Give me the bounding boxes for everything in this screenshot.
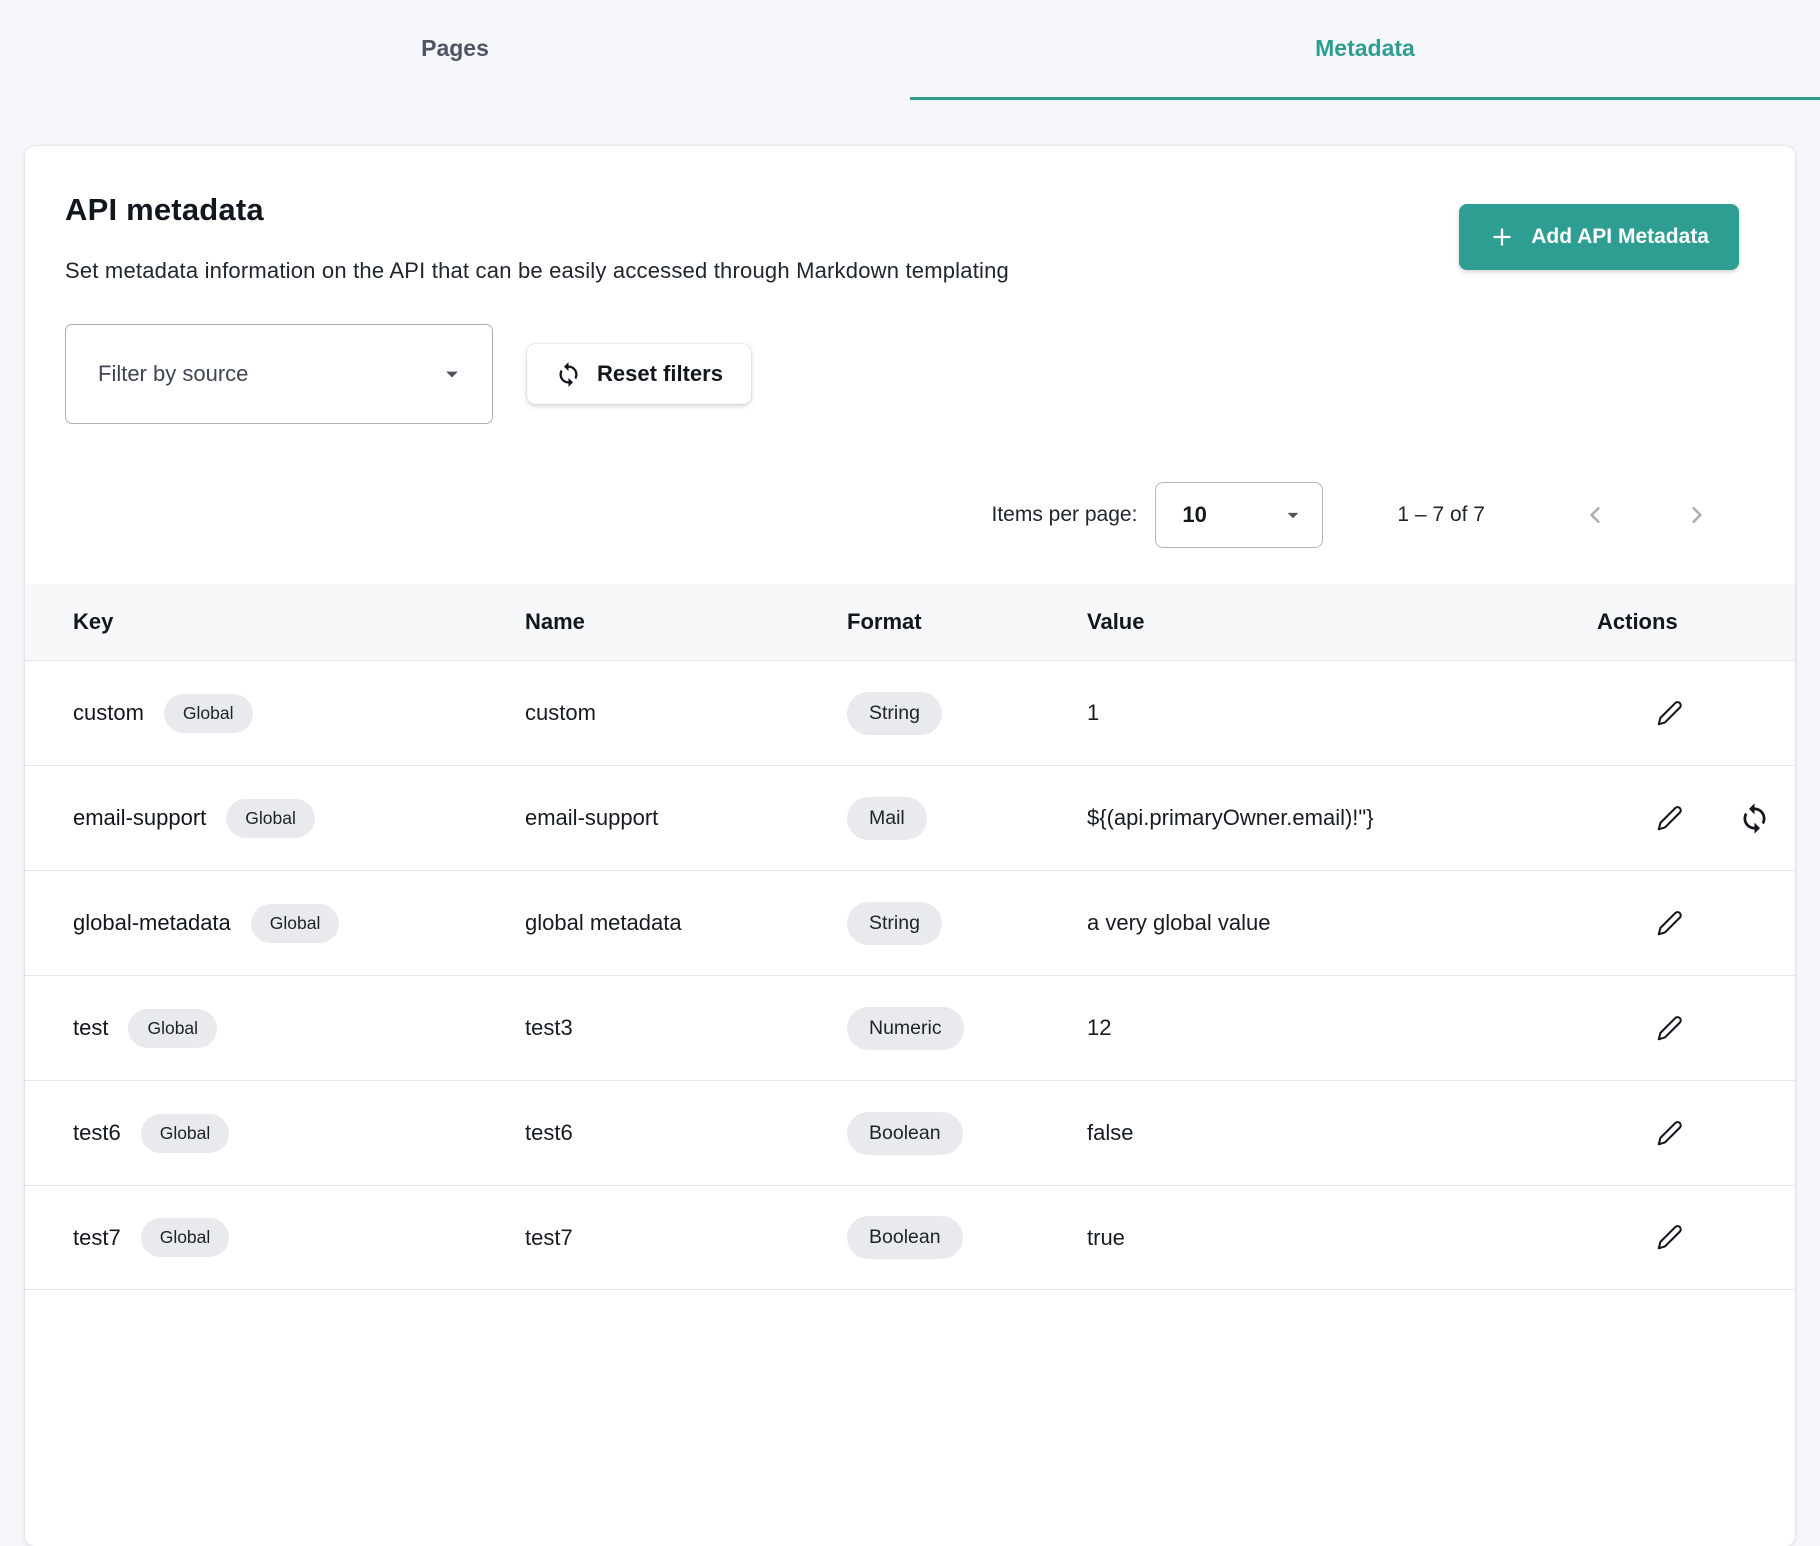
table-header-row: Key Name Format Value Actions: [25, 584, 1795, 660]
row-key: test6: [73, 1120, 121, 1146]
row-refresh-button[interactable]: [1738, 802, 1771, 835]
row-value: 12: [1087, 1015, 1597, 1041]
row-format-pill: Boolean: [847, 1216, 963, 1259]
row-name: test6: [525, 1120, 847, 1146]
row-key: global-metadata: [73, 910, 231, 936]
pencil-icon: [1653, 802, 1686, 835]
edit-button[interactable]: [1653, 802, 1686, 835]
refresh-icon: [555, 361, 582, 388]
page-subtitle: Set metadata information on the API that…: [65, 258, 1009, 284]
reset-filters-label: Reset filters: [597, 361, 723, 387]
items-per-page-select[interactable]: 10: [1155, 482, 1323, 548]
column-header-name: Name: [525, 609, 847, 635]
plus-icon: [1489, 224, 1515, 250]
row-format-pill: Boolean: [847, 1112, 963, 1155]
metadata-table: Key Name Format Value Actions custom Glo…: [25, 584, 1795, 1290]
chevron-right-icon: [1681, 500, 1711, 530]
items-per-page-label: Items per page:: [992, 503, 1138, 527]
tab-pages[interactable]: Pages: [0, 0, 910, 100]
row-value: false: [1087, 1120, 1597, 1146]
title-block: API metadata Set metadata information on…: [65, 192, 1009, 284]
table-row: test7 Global test7 Boolean true: [25, 1185, 1795, 1290]
edit-button[interactable]: [1653, 1012, 1686, 1045]
page-title: API metadata: [65, 192, 1009, 228]
edit-button[interactable]: [1653, 697, 1686, 730]
filter-by-source-select[interactable]: Filter by source: [65, 324, 493, 424]
row-value: ${(api.primaryOwner.email)!"}: [1087, 805, 1597, 831]
edit-button[interactable]: [1653, 1221, 1686, 1254]
add-api-metadata-label: Add API Metadata: [1531, 225, 1709, 249]
row-format-pill: Mail: [847, 797, 927, 840]
table-body: custom Global custom String 1 email-supp…: [25, 660, 1795, 1290]
global-badge: Global: [141, 1218, 230, 1257]
next-page-button[interactable]: [1681, 500, 1711, 530]
pencil-icon: [1653, 1221, 1686, 1254]
table-row: test6 Global test6 Boolean false: [25, 1080, 1795, 1185]
add-api-metadata-button[interactable]: Add API Metadata: [1459, 204, 1739, 270]
row-key: custom: [73, 700, 144, 726]
tab-metadata[interactable]: Metadata: [910, 0, 1820, 100]
tab-metadata-label: Metadata: [1315, 35, 1415, 62]
pencil-icon: [1653, 697, 1686, 730]
previous-page-button[interactable]: [1581, 500, 1611, 530]
tab-pages-label: Pages: [421, 35, 489, 62]
table-row: global-metadata Global global metadata S…: [25, 870, 1795, 975]
paginator: Items per page: 10 1 – 7 of 7: [25, 424, 1795, 584]
chevron-left-icon: [1581, 500, 1611, 530]
filters-row: Filter by source Reset filters: [65, 324, 1739, 424]
table-row: email-support Global email-support Mail …: [25, 765, 1795, 870]
global-badge: Global: [164, 694, 253, 733]
column-header-key: Key: [73, 609, 525, 635]
table-row: test Global test3 Numeric 12: [25, 975, 1795, 1080]
pencil-icon: [1653, 1117, 1686, 1150]
chevron-down-icon: [1280, 502, 1306, 528]
column-header-format: Format: [847, 609, 1087, 635]
row-value: true: [1087, 1225, 1597, 1251]
refresh-icon: [1738, 802, 1771, 835]
card-header: API metadata Set metadata information on…: [25, 146, 1795, 424]
row-name: test3: [525, 1015, 847, 1041]
row-format-pill: Numeric: [847, 1007, 964, 1050]
row-name: test7: [525, 1225, 847, 1251]
page-range-label: 1 – 7 of 7: [1397, 503, 1485, 527]
row-format-pill: String: [847, 902, 942, 945]
tab-bar: Pages Metadata: [0, 0, 1820, 100]
global-badge: Global: [251, 904, 340, 943]
edit-button[interactable]: [1653, 907, 1686, 940]
column-header-value: Value: [1087, 609, 1597, 635]
row-name: email-support: [525, 805, 847, 831]
pencil-icon: [1653, 1012, 1686, 1045]
row-value: 1: [1087, 700, 1597, 726]
table-row: custom Global custom String 1: [25, 660, 1795, 765]
column-header-actions: Actions: [1597, 609, 1747, 635]
api-metadata-card: API metadata Set metadata information on…: [25, 146, 1795, 1546]
global-badge: Global: [226, 799, 315, 838]
row-name: global metadata: [525, 910, 847, 936]
pencil-icon: [1653, 907, 1686, 940]
global-badge: Global: [141, 1114, 230, 1153]
row-name: custom: [525, 700, 847, 726]
row-format-pill: String: [847, 692, 942, 735]
row-key: email-support: [73, 805, 206, 831]
reset-filters-button[interactable]: Reset filters: [527, 344, 751, 404]
items-per-page-value: 10: [1182, 502, 1206, 528]
filter-by-source-label: Filter by source: [98, 361, 248, 387]
row-key: test: [73, 1015, 108, 1041]
row-value: a very global value: [1087, 910, 1597, 936]
chevron-down-icon: [438, 360, 466, 388]
edit-button[interactable]: [1653, 1117, 1686, 1150]
row-key: test7: [73, 1225, 121, 1251]
global-badge: Global: [128, 1009, 217, 1048]
